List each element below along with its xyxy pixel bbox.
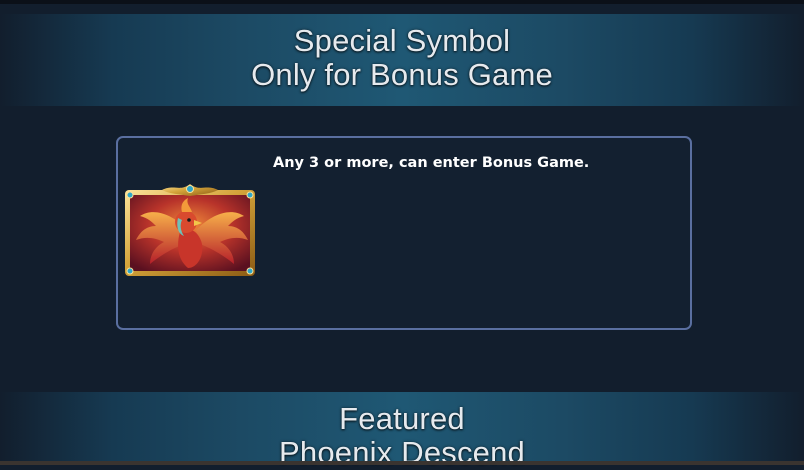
- phoenix-bonus-symbol-icon: [122, 182, 258, 280]
- banner-title-line2: Only for Bonus Game: [251, 57, 553, 92]
- bonus-symbol-description: Any 3 or more, can enter Bonus Game.: [273, 155, 590, 171]
- bottom-edge: [0, 461, 804, 465]
- symbol-info-card: Any 3 or more, can enter Bonus Game.: [116, 136, 692, 330]
- special-symbol-banner: Special Symbol Only for Bonus Game: [0, 14, 804, 106]
- featured-banner: Featured Phoenix Descend: [0, 392, 804, 470]
- top-edge: [0, 0, 804, 4]
- featured-title-line1: Featured: [339, 401, 465, 436]
- banner-title-line1: Special Symbol: [293, 23, 511, 58]
